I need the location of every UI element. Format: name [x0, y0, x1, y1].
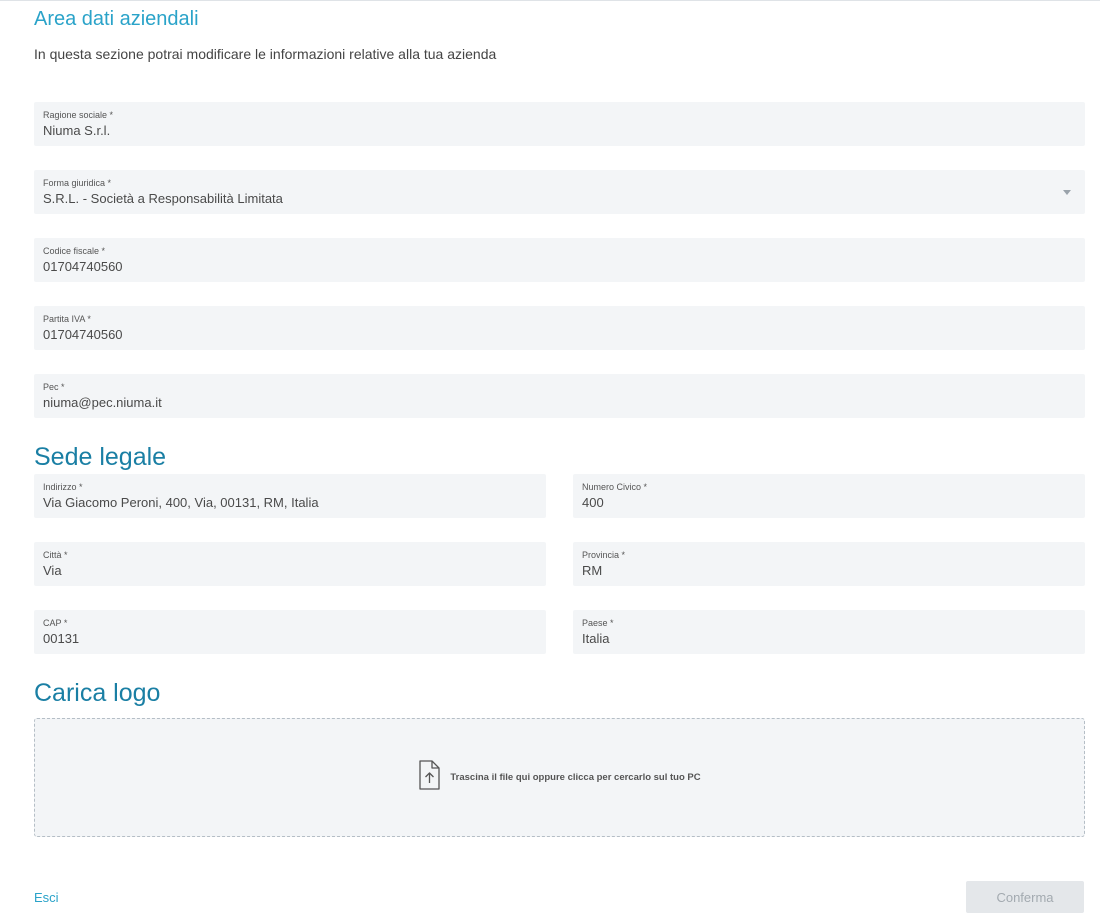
cap-label: CAP * [43, 618, 68, 628]
logo-dropzone[interactable]: Trascina il file qui oppure clicca per c… [34, 718, 1085, 837]
ragione-sociale-field[interactable]: Ragione sociale * Niuma S.r.l. [34, 102, 1085, 146]
page-subtitle: In questa sezione potrai modificare le i… [34, 46, 497, 62]
paese-value[interactable]: Italia [582, 630, 1076, 647]
provincia-value[interactable]: RM [582, 562, 1076, 579]
partita-iva-value[interactable]: 01704740560 [43, 326, 1076, 343]
dropzone-text: Trascina il file qui oppure clicca per c… [450, 772, 701, 783]
ragione-sociale-value[interactable]: Niuma S.r.l. [43, 122, 1076, 139]
top-divider [0, 0, 1100, 1]
codice-fiscale-value[interactable]: 01704740560 [43, 258, 1076, 275]
numero-civico-field[interactable]: Numero Civico * 400 [573, 474, 1085, 518]
exit-link[interactable]: Esci [34, 890, 59, 905]
paese-field[interactable]: Paese * Italia [573, 610, 1085, 654]
citta-value[interactable]: Via [43, 562, 537, 579]
numero-civico-label: Numero Civico * [582, 482, 648, 492]
sede-legale-title: Sede legale [34, 443, 167, 471]
indirizzo-label: Indirizzo * [43, 482, 83, 492]
numero-civico-value[interactable]: 400 [582, 494, 1076, 511]
page-title: Area dati aziendali [34, 8, 199, 30]
citta-field[interactable]: Città * Via [34, 542, 546, 586]
forma-giuridica-value[interactable]: S.R.L. - Società a Responsabilità Limita… [43, 190, 1076, 207]
partita-iva-label: Partita IVA * [43, 314, 91, 324]
file-upload-icon [418, 760, 441, 795]
pec-value[interactable]: niuma@pec.niuma.it [43, 394, 1076, 411]
citta-label: Città * [43, 550, 68, 560]
forma-giuridica-select[interactable]: Forma giuridica * S.R.L. - Società a Res… [34, 170, 1085, 214]
confirm-button[interactable]: Conferma [966, 881, 1084, 913]
codice-fiscale-label: Codice fiscale * [43, 246, 106, 256]
ragione-sociale-label: Ragione sociale * [43, 110, 114, 120]
chevron-down-icon[interactable] [1063, 190, 1071, 195]
pec-label: Pec * [43, 382, 65, 392]
codice-fiscale-field[interactable]: Codice fiscale * 01704740560 [34, 238, 1085, 282]
partita-iva-field[interactable]: Partita IVA * 01704740560 [34, 306, 1085, 350]
indirizzo-field[interactable]: Indirizzo * Via Giacomo Peroni, 400, Via… [34, 474, 546, 518]
indirizzo-value[interactable]: Via Giacomo Peroni, 400, Via, 00131, RM,… [43, 494, 537, 511]
forma-giuridica-label: Forma giuridica * [43, 178, 112, 188]
cap-value[interactable]: 00131 [43, 630, 537, 647]
pec-field[interactable]: Pec * niuma@pec.niuma.it [34, 374, 1085, 418]
paese-label: Paese * [582, 618, 614, 628]
provincia-label: Provincia * [582, 550, 626, 560]
carica-logo-title: Carica logo [34, 679, 161, 707]
dropzone-content: Trascina il file qui oppure clicca per c… [418, 760, 701, 795]
provincia-field[interactable]: Provincia * RM [573, 542, 1085, 586]
cap-field[interactable]: CAP * 00131 [34, 610, 546, 654]
